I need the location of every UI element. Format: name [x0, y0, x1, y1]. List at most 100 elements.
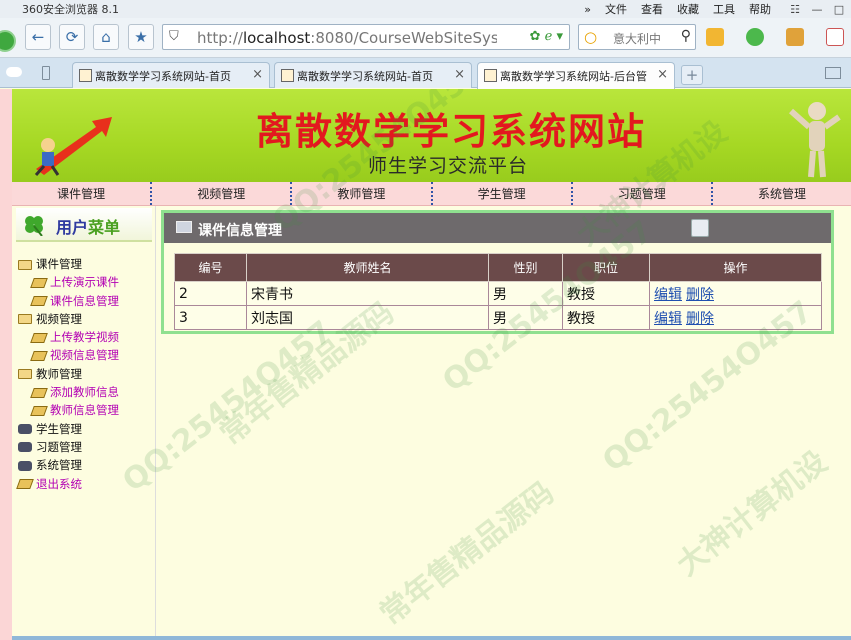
url-host: localhost: [242, 29, 311, 47]
tab-admin[interactable]: 离散数学学习系统网站-后台管 ×: [477, 62, 675, 89]
table-row: 2 宋青书 男 教授 编辑 删除: [174, 281, 822, 306]
cell-position: 教授: [562, 305, 650, 330]
tab-home-1[interactable]: 离散数学学习系统网站-首页 ×: [72, 62, 270, 88]
nav-student[interactable]: 学生管理: [433, 182, 573, 205]
tab-close-icon[interactable]: ×: [252, 67, 263, 82]
user-menu-title-part1: 用户: [56, 218, 89, 237]
browser-title: 360安全浏览器 8.1: [22, 3, 119, 16]
folder-icon: [18, 259, 32, 270]
address-bar[interactable]: ⛉ http://localhost:8080/CourseWebSiteSys…: [162, 24, 570, 50]
nav-exercise[interactable]: 习题管理: [573, 182, 713, 205]
site-banner: 离散数学学习系统网站 师生学习交流平台: [12, 89, 851, 182]
browser-logo-icon[interactable]: [0, 30, 16, 52]
book-icon: [30, 277, 48, 288]
menu-view[interactable]: 查看: [641, 1, 663, 17]
edit-link[interactable]: 编辑: [654, 311, 682, 327]
cell-position: 教授: [562, 281, 650, 306]
browser-navbar: ← ⟳ ⌂ ★ ⛉ http://localhost:8080/CourseWe…: [0, 18, 851, 58]
sidebar-item-label: 教师管理: [36, 366, 82, 381]
delete-link[interactable]: 删除: [686, 311, 714, 327]
sidebar: 用户菜单 课件管理 上传演示课件 课件信息管理 视频管理 上传教学视频 视频信息…: [12, 206, 156, 640]
new-tab-button[interactable]: +: [681, 65, 703, 85]
back-button[interactable]: ←: [25, 24, 51, 50]
book-icon: [30, 296, 48, 307]
address-url[interactable]: http://localhost:8080/CourseWebSiteSyste…: [197, 29, 497, 47]
extension-icon[interactable]: [786, 28, 804, 46]
favorite-button[interactable]: ★: [128, 24, 154, 50]
sidebar-item-student[interactable]: 学生管理: [18, 421, 119, 439]
nav-system[interactable]: 系统管理: [713, 182, 851, 205]
tab-close-icon[interactable]: ×: [657, 67, 668, 82]
sidebar-item-upload-courseware[interactable]: 上传演示课件: [18, 274, 119, 292]
cloud-icon[interactable]: [6, 67, 22, 77]
table-header-row: 编号 教师姓名 性别 职位 操作: [174, 253, 822, 282]
sidebar-item-add-teacher[interactable]: 添加教师信息: [18, 384, 119, 402]
tab-home-2[interactable]: 离散数学学习系统网站-首页 ×: [274, 62, 472, 88]
sidebar-item-teacher-info[interactable]: 教师信息管理: [18, 402, 119, 420]
sidebar-item-label: 上传演示课件: [50, 275, 119, 290]
search-icon[interactable]: ⚲: [681, 28, 691, 44]
sidebar-menu-tree: 课件管理 上传演示课件 课件信息管理 视频管理 上传教学视频 视频信息管理 教师…: [16, 256, 119, 494]
print-icon[interactable]: [691, 219, 709, 237]
refresh-button[interactable]: ⟳: [59, 24, 85, 50]
menu-tools[interactable]: 工具: [713, 1, 735, 17]
menu-favorites[interactable]: 收藏: [677, 1, 699, 17]
sidebar-item-logout[interactable]: 退出系统: [16, 476, 119, 494]
cell-name: 刘志国: [246, 305, 489, 330]
security-icon[interactable]: [746, 28, 764, 46]
watermark: 大神计算机设: [670, 444, 834, 583]
menu-help[interactable]: 帮助: [749, 1, 771, 17]
home-button[interactable]: ⌂: [93, 24, 119, 50]
back-arrow-icon: ←: [31, 28, 45, 46]
tab-label: 离散数学学习系统网站-后台管: [500, 70, 647, 83]
sidebar-item-system[interactable]: 系统管理: [18, 457, 119, 475]
minimize-button[interactable]: —: [807, 3, 827, 16]
star-icon: ★: [134, 28, 148, 46]
sidebar-item-label: 习题管理: [36, 439, 82, 454]
sidebar-item-label: 教师信息管理: [50, 403, 119, 418]
sidebar-item-courseware[interactable]: 课件管理: [18, 256, 119, 274]
nav-teacher[interactable]: 教师管理: [292, 182, 433, 205]
sidebar-item-label: 添加教师信息: [50, 385, 119, 400]
maximize-button[interactable]: □: [829, 3, 849, 16]
menu-file[interactable]: 文件: [605, 1, 627, 17]
nav-courseware[interactable]: 课件管理: [12, 182, 153, 205]
phone-icon[interactable]: [42, 66, 50, 80]
skin-button[interactable]: ☷: [785, 3, 805, 16]
sidebar-item-exercise[interactable]: 习题管理: [18, 439, 119, 457]
sidebar-item-label: 退出系统: [36, 476, 82, 491]
user-menu-title-part2: 菜单: [88, 218, 121, 237]
sidebar-item-label: 视频管理: [36, 311, 82, 326]
nav-video[interactable]: 视频管理: [152, 182, 293, 205]
search-input[interactable]: 意大利中: [613, 30, 673, 47]
column-header: 性别: [488, 253, 563, 282]
sidebar-item-label: 上传教学视频: [50, 330, 119, 345]
search-engine-icon[interactable]: ○: [584, 28, 597, 46]
cell-name: 宋青书: [246, 281, 489, 306]
tab-close-icon[interactable]: ×: [454, 67, 465, 82]
sidebar-item-video[interactable]: 视频管理: [18, 311, 119, 329]
edit-link[interactable]: 编辑: [654, 287, 682, 303]
folder-icon: [18, 314, 32, 325]
book-icon: [30, 332, 48, 343]
sidebar-item-courseware-info[interactable]: 课件信息管理: [18, 293, 119, 311]
delete-link[interactable]: 删除: [686, 287, 714, 303]
browser-menu-bar: » 文件 查看 收藏 工具 帮助 ☷ — □: [584, 0, 851, 18]
adblock-icon[interactable]: [826, 28, 844, 46]
sidebar-item-teacher[interactable]: 教师管理: [18, 366, 119, 384]
cell-gender: 男: [488, 281, 563, 306]
menu-expand-icon[interactable]: »: [584, 3, 591, 16]
refresh-icon: ⟳: [65, 28, 79, 46]
engine-icon[interactable]: ✿ ℯ ▾: [530, 29, 563, 44]
folder-icon: [18, 369, 32, 380]
search-box[interactable]: ○ 意大利中 ⚲: [578, 24, 696, 50]
gear-icon: [18, 424, 32, 435]
page-favicon-icon: [79, 69, 92, 82]
tab-menu-icon[interactable]: [825, 67, 841, 79]
cell-id: 2: [174, 281, 247, 306]
sidebar-item-upload-video[interactable]: 上传教学视频: [18, 329, 119, 347]
apps-icon[interactable]: [706, 28, 724, 46]
cell-gender: 男: [488, 305, 563, 330]
url-scheme: http://: [197, 29, 243, 47]
sidebar-item-video-info[interactable]: 视频信息管理: [18, 347, 119, 365]
